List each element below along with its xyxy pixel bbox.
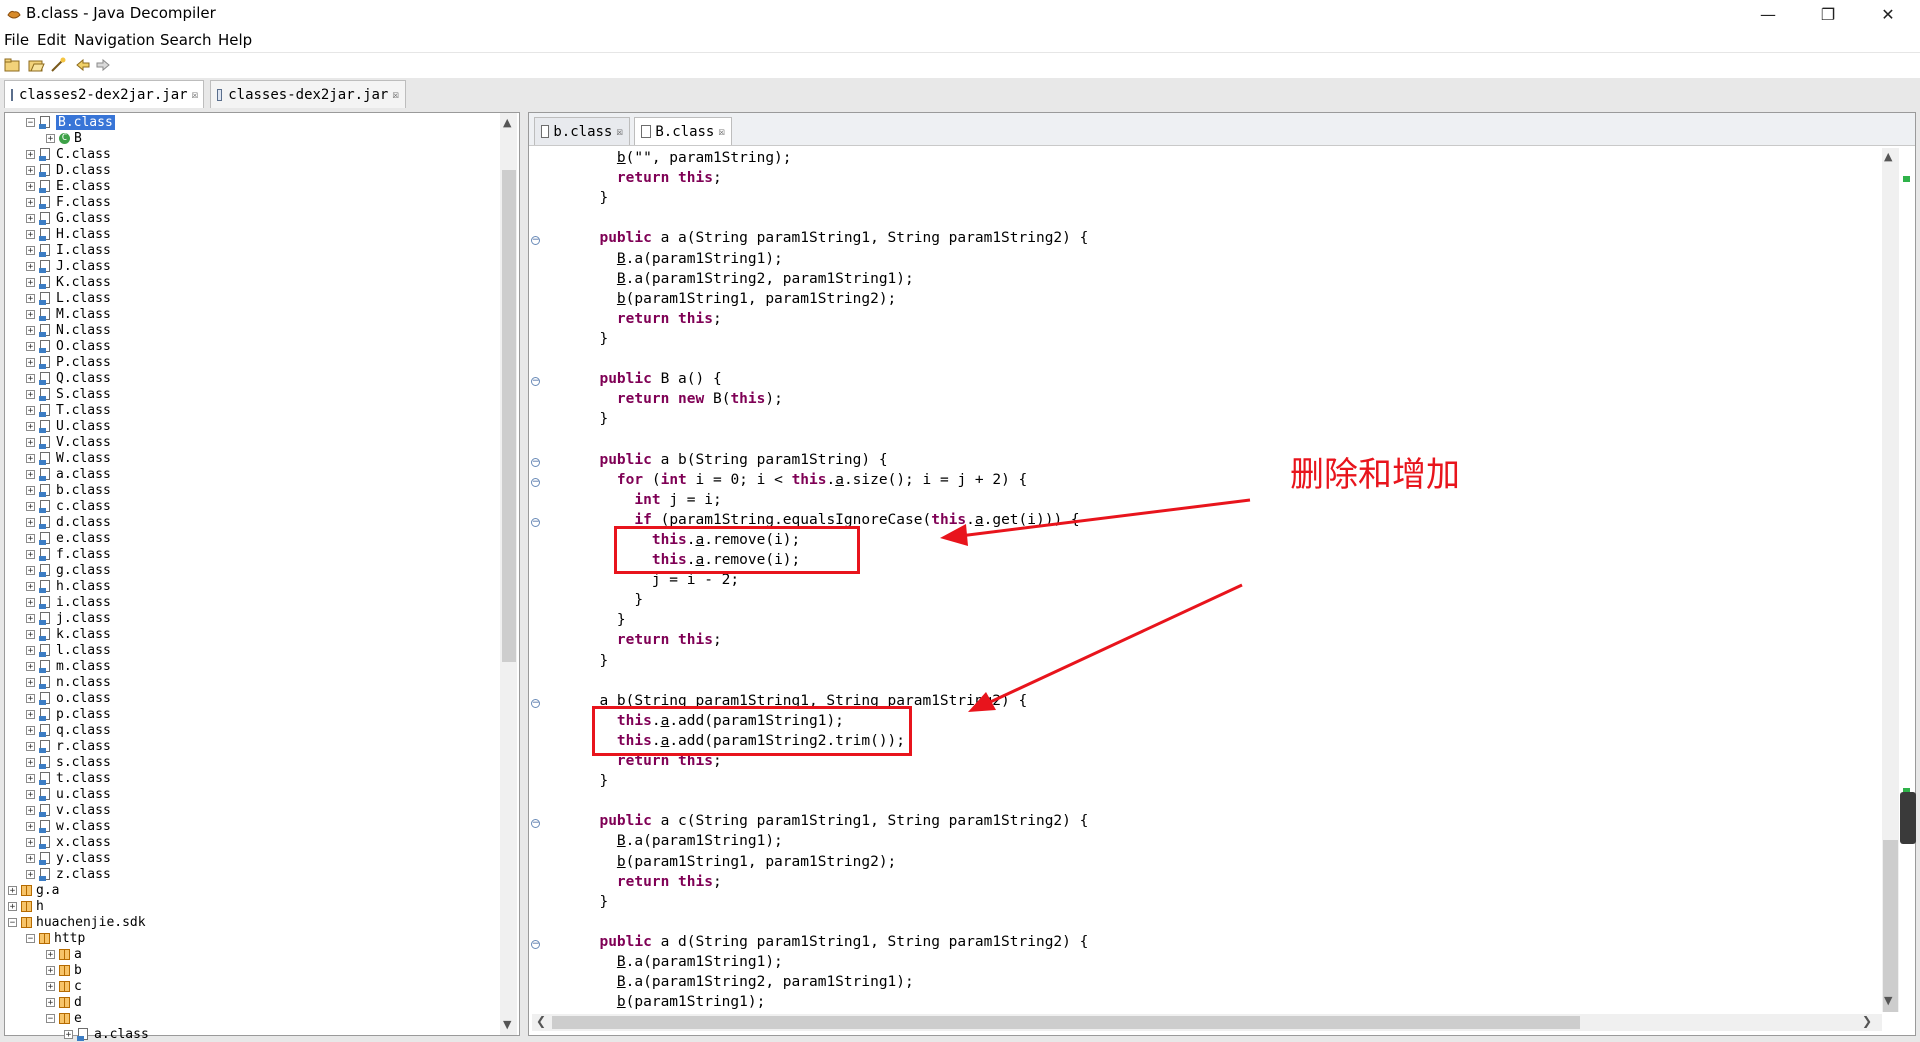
arrow-to-add	[985, 583, 1243, 706]
arrow-head-remove	[940, 524, 968, 546]
arrow-to-remove	[959, 498, 1251, 538]
annotation-arrows	[940, 498, 1251, 712]
